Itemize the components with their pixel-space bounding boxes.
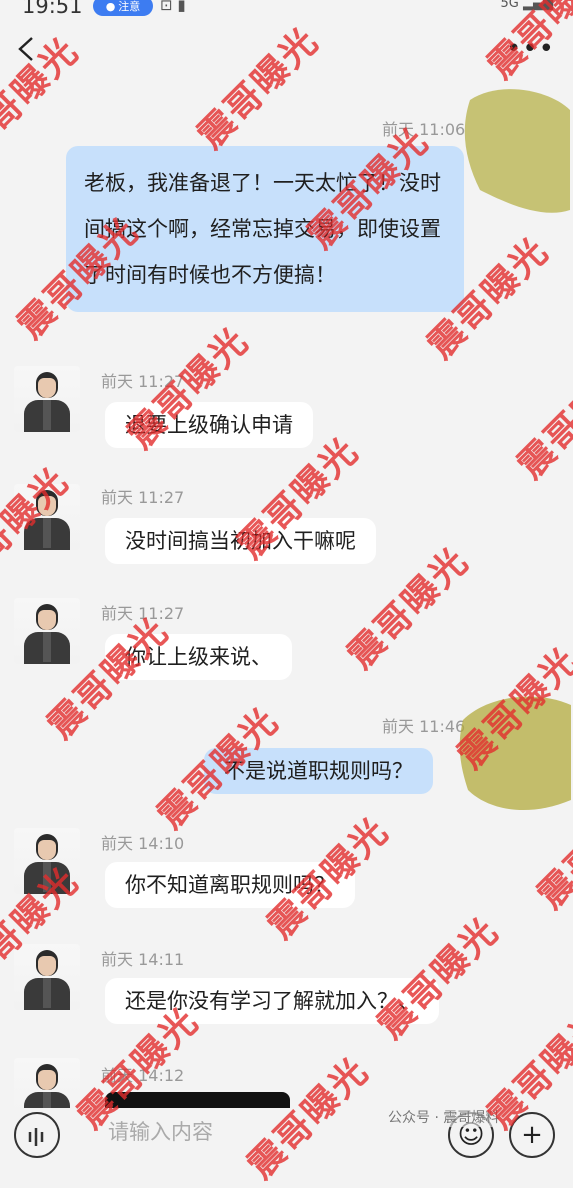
message-bubble-incoming[interactable]: 你不知道离职规则吗？ xyxy=(105,862,355,908)
message-timestamp: 前天 11:27 xyxy=(101,488,185,507)
message-bubble-incoming[interactable]: 没时间搞当初加入干嘛呢 xyxy=(105,518,376,564)
avatar[interactable] xyxy=(14,366,80,432)
bell-icon: ● xyxy=(105,0,116,13)
message-input[interactable]: 请输入内容 xyxy=(108,1116,213,1146)
blur-smudge xyxy=(464,89,570,213)
voice-icon xyxy=(28,1128,44,1146)
message-timestamp: 前天 14:12 xyxy=(101,1066,185,1085)
chevron-left-icon[interactable] xyxy=(14,36,40,62)
avatar[interactable] xyxy=(14,598,80,664)
plus-icon: + xyxy=(521,1120,543,1150)
watermark-text: 震哥曝光 xyxy=(509,349,573,487)
message-timestamp: 前天 14:10 xyxy=(101,834,185,853)
watermark-text: 震哥曝光 xyxy=(529,779,573,917)
message-bubble-incoming[interactable]: 还是你没有学习了解就加入？、 xyxy=(105,978,439,1024)
message-timestamp: 前天 11:27 xyxy=(101,604,185,623)
more-button[interactable]: ••• xyxy=(506,34,555,64)
add-button[interactable]: + xyxy=(509,1112,555,1158)
message-timestamp: 前天 14:11 xyxy=(101,950,185,969)
avatar[interactable] xyxy=(14,944,80,1010)
message-bubble-incoming[interactable]: 你让上级来说、 xyxy=(105,634,292,680)
blur-smudge xyxy=(459,696,571,811)
voice-button[interactable] xyxy=(14,1112,60,1158)
message-timestamp: 前天 11:46 xyxy=(382,717,466,736)
notice-label: 注意 xyxy=(118,0,141,13)
signal-indicator: 5G ▂▄▆ xyxy=(501,0,553,11)
avatar[interactable] xyxy=(14,484,80,550)
message-bubble-outgoing[interactable]: 老板，我准备退了！一天太忙了！没时间搞这个啊，经常忘掉交易，即使设置了时间有时候… xyxy=(66,146,464,312)
message-bubble-incoming[interactable]: 退要上级确认申请 xyxy=(105,402,313,448)
source-tag: 公众号 · 震哥爆料 xyxy=(388,1107,500,1127)
status-time: 19:51 xyxy=(22,0,83,18)
avatar[interactable] xyxy=(14,828,80,894)
status-bar: 19:51 ● 注意 ⊡ ▮ 5G ▂▄▆ xyxy=(0,0,573,22)
message-bubble-outgoing[interactable]: 不是说道职规则吗？ xyxy=(204,748,433,794)
notice-badge: ● 注意 xyxy=(93,0,153,16)
message-timestamp: 前天 11:06 xyxy=(382,120,466,139)
message-bubble-incoming[interactable] xyxy=(105,1092,290,1108)
watermark-text: 震哥曝光 xyxy=(369,909,507,1047)
message-timestamp: 前天 11:27 xyxy=(101,372,185,391)
watermark-text: 震哥曝光 xyxy=(449,639,573,777)
signal-label: 5G xyxy=(500,0,519,11)
chat-header: ••• xyxy=(0,22,573,80)
status-icons: ⊡ ▮ xyxy=(160,0,186,14)
